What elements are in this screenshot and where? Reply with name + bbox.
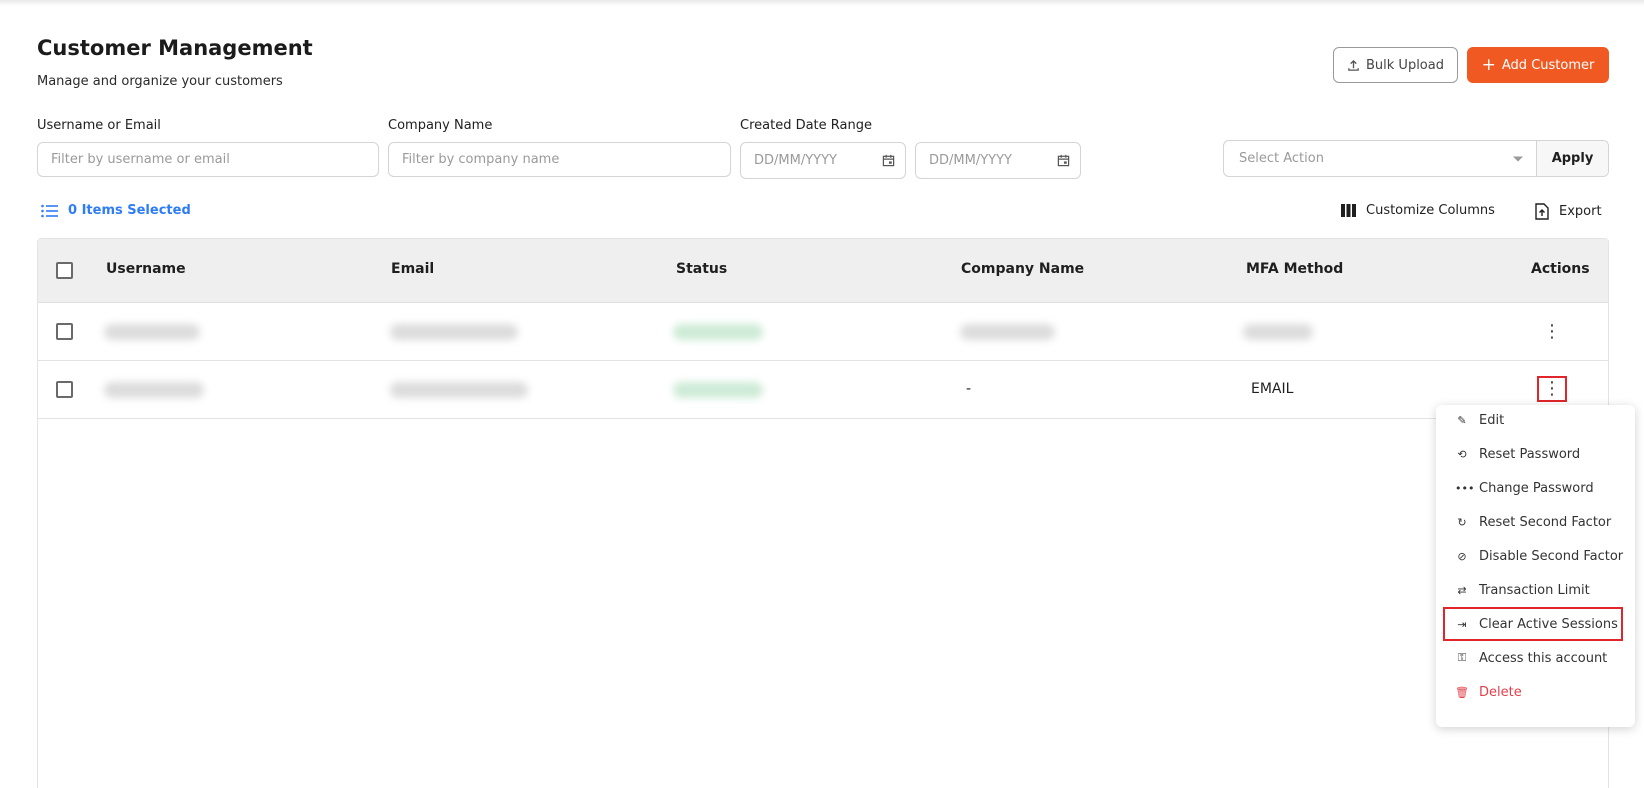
- select-all-checkbox[interactable]: [56, 262, 73, 279]
- row-actions-button[interactable]: ⋮: [1537, 376, 1567, 402]
- menu-item-access-account[interactable]: ⚿ Access this account: [1436, 643, 1635, 673]
- calendar-icon: [882, 154, 895, 167]
- username-filter-input[interactable]: [37, 142, 379, 177]
- row-checkbox[interactable]: [56, 323, 73, 340]
- column-header-company[interactable]: Company Name: [961, 261, 1084, 277]
- plus-icon: +: [1481, 54, 1496, 75]
- disable-icon: ⊘: [1457, 549, 1467, 563]
- select-action-placeholder: Select Action: [1239, 151, 1324, 166]
- menu-item-label: Transaction Limit: [1479, 582, 1590, 598]
- company-cell: -: [966, 381, 972, 397]
- username-filter-label: Username or Email: [37, 118, 161, 133]
- column-header-status[interactable]: Status: [676, 261, 727, 277]
- page-subtitle: Manage and organize your customers: [37, 74, 283, 89]
- add-customer-label: Add Customer: [1501, 57, 1595, 73]
- menu-item-label: Reset Password: [1479, 446, 1581, 462]
- top-shadow: [0, 0, 1644, 6]
- date-to-input[interactable]: DD/MM/YYYY: [915, 142, 1081, 179]
- date-from-input[interactable]: DD/MM/YYYY: [740, 142, 906, 179]
- transfer-icon: ⇄: [1457, 583, 1467, 597]
- columns-icon: [1341, 204, 1356, 217]
- column-header-actions: Actions: [1531, 261, 1590, 277]
- menu-item-label: Clear Active Sessions: [1479, 616, 1618, 632]
- table-row: - EMAIL ⋮: [38, 361, 1608, 419]
- bulk-upload-button[interactable]: Bulk Upload: [1333, 47, 1458, 83]
- redacted-company: [960, 324, 1055, 340]
- menu-item-clear-active-sessions[interactable]: ⇥ Clear Active Sessions: [1443, 607, 1623, 641]
- column-header-email[interactable]: Email: [391, 261, 434, 277]
- column-header-mfa[interactable]: MFA Method: [1246, 261, 1343, 277]
- redacted-status: [673, 382, 763, 398]
- redacted-username: [104, 382, 204, 398]
- redacted-email: [390, 324, 518, 340]
- selected-count-label: 0 Items Selected: [68, 203, 191, 218]
- chevron-down-icon: [1513, 156, 1523, 161]
- selected-items-toggle[interactable]: 0 Items Selected: [41, 203, 191, 218]
- password-dots-icon: •••: [1455, 481, 1475, 495]
- row-actions-menu: ✎ Edit ⟲ Reset Password ••• Change Passw…: [1436, 405, 1635, 727]
- menu-item-reset-second-factor[interactable]: ↻ Reset Second Factor: [1436, 507, 1635, 537]
- redacted-username: [104, 324, 200, 340]
- menu-item-label: Reset Second Factor: [1479, 514, 1612, 530]
- table-header: Username Email Status Company Name MFA M…: [38, 239, 1608, 303]
- table-row: ⋮: [38, 303, 1608, 361]
- refresh-icon: ↻: [1457, 515, 1467, 529]
- logout-icon: ⇥: [1457, 617, 1467, 631]
- menu-item-edit[interactable]: ✎ Edit: [1436, 405, 1635, 435]
- customize-columns-label: Customize Columns: [1366, 203, 1495, 218]
- trash-icon: 🗑: [1455, 685, 1469, 699]
- export-label: Export: [1559, 204, 1602, 219]
- list-icon: [41, 204, 58, 217]
- calendar-icon: [1057, 154, 1070, 167]
- menu-item-delete[interactable]: 🗑 Delete: [1436, 677, 1635, 707]
- export-icon: [1535, 203, 1549, 220]
- menu-item-label: Disable Second Factor: [1479, 548, 1624, 564]
- menu-item-change-password[interactable]: ••• Change Password: [1436, 473, 1635, 503]
- redacted-status: [673, 324, 763, 340]
- menu-item-disable-second-factor[interactable]: ⊘ Disable Second Factor: [1436, 541, 1635, 571]
- row-actions-button[interactable]: ⋮: [1537, 319, 1567, 345]
- date-to-placeholder: DD/MM/YYYY: [929, 153, 1012, 168]
- date-from-placeholder: DD/MM/YYYY: [754, 153, 837, 168]
- row-checkbox[interactable]: [56, 381, 73, 398]
- export-button[interactable]: Export: [1535, 203, 1602, 220]
- upload-icon: [1348, 59, 1359, 71]
- menu-item-label: Change Password: [1479, 480, 1594, 496]
- mfa-cell: EMAIL: [1251, 381, 1294, 397]
- access-icon: ⚿: [1457, 651, 1467, 664]
- add-customer-button[interactable]: + Add Customer: [1467, 47, 1609, 83]
- customize-columns-button[interactable]: Customize Columns: [1341, 203, 1495, 218]
- menu-item-label: Delete: [1479, 684, 1522, 700]
- customers-table: Username Email Status Company Name MFA M…: [37, 238, 1609, 788]
- select-action-dropdown[interactable]: Select Action: [1224, 141, 1536, 176]
- pencil-icon: ✎: [1457, 413, 1467, 427]
- date-range-label: Created Date Range: [740, 118, 872, 133]
- page-title: Customer Management: [37, 36, 313, 60]
- bulk-upload-label: Bulk Upload: [1366, 57, 1444, 73]
- redacted-email: [390, 382, 528, 398]
- bulk-action-group: Select Action Apply: [1223, 140, 1609, 177]
- column-header-username[interactable]: Username: [106, 261, 186, 277]
- apply-button[interactable]: Apply: [1536, 141, 1608, 176]
- menu-item-transaction-limit[interactable]: ⇄ Transaction Limit: [1436, 575, 1635, 605]
- menu-item-label: Edit: [1479, 412, 1505, 428]
- redacted-mfa: [1243, 324, 1313, 340]
- company-filter-input[interactable]: [388, 142, 731, 177]
- menu-item-reset-password[interactable]: ⟲ Reset Password: [1436, 439, 1635, 469]
- company-filter-label: Company Name: [388, 118, 493, 133]
- menu-item-label: Access this account: [1479, 650, 1608, 666]
- reset-password-icon: ⟲: [1457, 447, 1467, 461]
